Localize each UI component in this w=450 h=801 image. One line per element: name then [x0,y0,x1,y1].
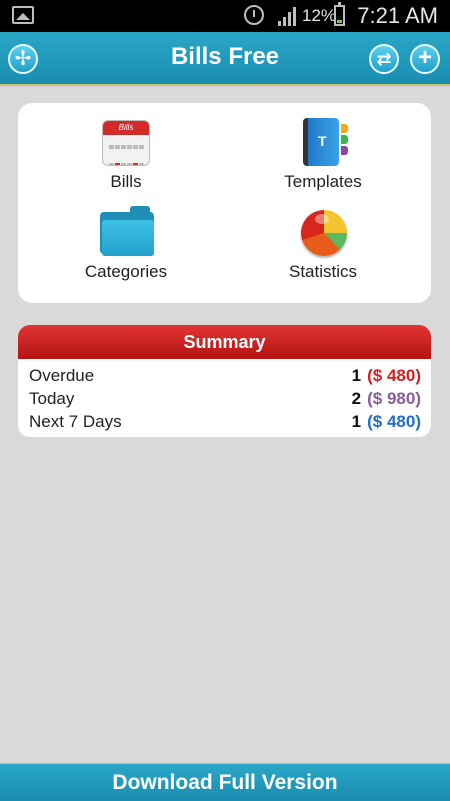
folder-icon [100,206,154,258]
app-header: ✢ Bills Free ⇄ + [0,32,450,86]
status-bar: 12% 7:21 AM [0,0,450,32]
calendar-icon-text: Bills [103,121,149,135]
summary-count: 2 [351,389,362,408]
summary-row-today[interactable]: Today 2 ($ 980) [18,387,431,410]
summary-label: Today [29,389,75,408]
alarm-icon [244,5,264,25]
main-menu-card: Bills Bills Templates Categories [18,103,431,303]
address-book-icon [297,116,349,168]
summary-label: Next 7 Days [29,412,122,431]
menu-item-statistics[interactable]: Statistics [248,206,398,282]
pie-chart-icon [297,206,349,258]
summary-panel: Summary Overdue 1 ($ 480) Today 2 ($ 980) … [18,325,431,437]
clock: 7:21 AM [357,3,438,28]
summary-count: 1 [351,366,362,385]
battery-icon [334,2,345,26]
summary-amount: ($ 480) [367,366,421,385]
summary-label: Overdue [29,366,95,385]
sync-icon[interactable]: ⇄ [369,44,399,74]
menu-label-statistics: Statistics [288,262,358,281]
menu-item-templates[interactable]: Templates [248,116,398,192]
signal-icon [278,6,298,26]
gallery-icon [12,6,34,24]
menu-label-categories: Categories [84,262,168,281]
summary-title: Summary [18,325,431,359]
battery-percent: 12% [302,6,337,25]
menu-label-bills: Bills [110,172,142,191]
download-full-version-button[interactable]: Download Full Version [0,763,450,801]
menu-label-templates: Templates [284,172,362,191]
summary-amount: ($ 480) [367,412,421,431]
calendar-icon: Bills [100,116,152,168]
summary-count: 1 [351,412,362,431]
summary-row-next-7-days[interactable]: Next 7 Days 1 ($ 480) [18,410,431,433]
summary-row-overdue[interactable]: Overdue 1 ($ 480) [18,364,431,387]
menu-item-bills[interactable]: Bills Bills [51,116,201,192]
summary-amount: ($ 980) [367,389,421,408]
menu-item-categories[interactable]: Categories [51,206,201,282]
add-icon[interactable]: + [410,44,440,74]
